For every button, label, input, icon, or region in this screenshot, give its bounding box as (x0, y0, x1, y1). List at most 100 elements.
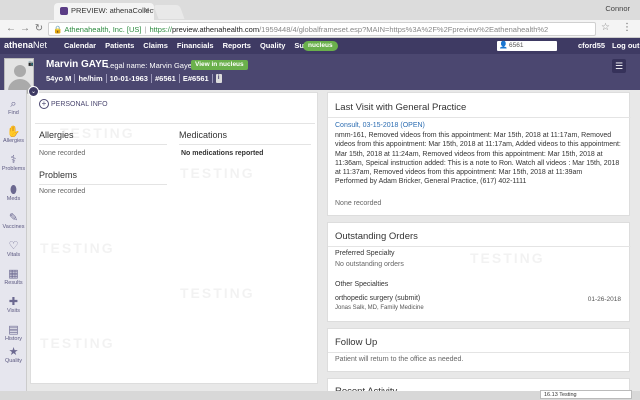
vaccines-icon: ✎ (8, 212, 19, 224)
last-visit-card: Last Visit with General Practice Consult… (327, 92, 631, 216)
consult-link[interactable]: Consult, 03-15-2018 (OPEN) (335, 122, 425, 129)
follow-up-card: Follow Up Patient will return to the off… (327, 328, 631, 372)
url-input[interactable]: 🔒 Athenahealth, Inc. [US] | https://preview… (48, 22, 596, 36)
new-tab-button[interactable] (153, 5, 185, 19)
nav-quality[interactable]: Quality (260, 41, 285, 50)
browser-menu-icon[interactable]: ⋮ (622, 22, 632, 33)
plus-circle-icon: + (39, 99, 49, 109)
patient-id: #6561 (152, 74, 180, 83)
person-icon: 👤 (499, 42, 508, 49)
visits-icon: ✚ (8, 296, 19, 308)
performed-by: Performed by Adam Bricker, General Pract… (335, 178, 527, 186)
rail-problems[interactable]: ⚕ Problems (0, 154, 27, 172)
info-icon[interactable]: i (215, 74, 222, 83)
patient-banner: 📷 Marvin GAYE Legal name: Marvin Gaye Vi… (0, 54, 640, 94)
follow-up-text: Patient will return to the office as nee… (335, 356, 464, 363)
patient-demographics: 54yo M he/him 10-01-1963 #6561 E#6561 i (46, 74, 222, 83)
patient-legal-name: Legal name: Marvin Gaye (106, 61, 192, 70)
allergies-icon: ✋ (6, 126, 21, 138)
nav-financials[interactable]: Financials (177, 41, 214, 50)
problems-icon: ⚕ (10, 154, 17, 166)
meds-icon: ⬮ (10, 184, 17, 196)
order-provider: Jonas Salk, MD, Family Medicine (335, 305, 424, 311)
rail-history[interactable]: ▤ History (0, 324, 27, 342)
forward-arrow-icon[interactable]: → (18, 22, 32, 36)
url-host: preview.athenahealth.com (171, 25, 260, 34)
last-visit-title: Last Visit with General Practice (335, 102, 467, 113)
tab-close-icon[interactable]: ✕ (143, 6, 150, 15)
rail-vaccines[interactable]: ✎ Vaccines (0, 212, 27, 230)
back-arrow-icon[interactable]: ← (4, 22, 18, 36)
patient-dob: 10-01-1963 (107, 74, 152, 83)
history-icon: ▤ (8, 324, 19, 336)
patient-search-input[interactable]: 👤 6561 (497, 41, 557, 51)
browser-tab-bar: PREVIEW: athenaCollector v18 ✕ Connor (0, 0, 640, 20)
rail-visits[interactable]: ✚ Visits (0, 296, 27, 314)
avatar-head (14, 65, 26, 77)
vitals-icon: ♡ (8, 240, 19, 252)
view-in-nucleus-button[interactable]: View in nucleus (191, 60, 248, 70)
rail-vitals[interactable]: ♡ Vitals (0, 240, 27, 258)
order-item[interactable]: orthopedic surgery (submit) (335, 295, 420, 302)
lock-icon: 🔒 (53, 25, 63, 34)
site-identity: Athenahealth, Inc. [US] (64, 25, 142, 34)
rail-results[interactable]: ▦ Results (0, 268, 27, 286)
problems-title[interactable]: Problems (39, 170, 77, 180)
outstanding-orders-title: Outstanding Orders (335, 231, 418, 242)
rail-quality[interactable]: ★ Quality (0, 346, 27, 364)
clinical-summary: Allergies None recorded Medications No m… (35, 123, 315, 381)
camera-icon[interactable]: 📷 (28, 60, 33, 67)
collapse-chevron-icon[interactable]: ⌄ (28, 86, 39, 97)
results-icon: ▦ (8, 268, 19, 280)
hamburger-menu-icon[interactable]: ☰ (612, 59, 626, 73)
follow-up-title: Follow Up (335, 337, 378, 348)
rail-allergies[interactable]: ✋ Allergies (0, 126, 27, 144)
rail-find[interactable]: ⌕ Find (0, 98, 27, 116)
address-bar: ← → ↻ 🔒 Athenahealth, Inc. [US] | https://p… (0, 20, 640, 38)
left-rail: ⌕ Find ✋ Allergies ⚕ Problems ⬮ Meds ✎ Vaccin… (0, 90, 27, 400)
athena-favicon-icon (60, 7, 68, 16)
top-nav: Calendar Patients Claims Financials Repo… (64, 41, 323, 50)
url-path: /1959448/4/globalframeset.esp?MAIN=https… (259, 25, 549, 34)
url-scheme: https:// (149, 25, 172, 34)
rail-meds[interactable]: ⬮ Meds (0, 184, 27, 202)
patient-summary-panel: + PERSONAL INFO Allergies None recorded M… (30, 92, 318, 384)
preferred-specialty-label: Preferred Specialty (335, 250, 395, 257)
reload-icon[interactable]: ↻ (32, 22, 46, 36)
nav-calendar[interactable]: Calendar (64, 41, 96, 50)
medications-value: No medications reported (181, 150, 264, 157)
order-date: 01-26-2018 (587, 296, 621, 303)
visit-notes: nmm-161, Removed videos from this appoin… (335, 132, 621, 186)
patient-eid: E#6561 (180, 74, 213, 83)
environment-status: 16.13 Testing (540, 390, 632, 399)
logout-link[interactable]: Log out (612, 41, 640, 50)
allergies-value: None recorded (39, 150, 86, 157)
personal-info-toggle[interactable]: + PERSONAL INFO (39, 99, 108, 109)
order-status: (submit) (394, 295, 421, 302)
other-specialties-label: Other Specialties (335, 281, 389, 288)
outstanding-orders-card: Outstanding Orders Preferred Specialty N… (327, 222, 631, 322)
last-visit-none-recorded: None recorded (335, 200, 382, 207)
nucleus-button[interactable]: nucleus (303, 41, 338, 51)
browser-tab[interactable]: PREVIEW: athenaCollector v18 ✕ (54, 3, 154, 20)
nav-patients[interactable]: Patients (105, 41, 134, 50)
username-link[interactable]: cford55 (578, 41, 605, 50)
tab-title: PREVIEW: athenaCollector v18 (71, 6, 154, 15)
preferred-specialty-value: No outstanding orders (335, 261, 404, 268)
allergies-title[interactable]: Allergies (39, 130, 74, 140)
window-profile-name[interactable]: Connor (605, 4, 630, 13)
medications-title[interactable]: Medications (179, 130, 227, 140)
patient-pronouns: he/him (75, 74, 107, 83)
search-icon: ⌕ (10, 98, 17, 110)
problems-value: None recorded (39, 188, 86, 195)
app-top-bar: athenaNet Calendar Patients Claims Finan… (0, 38, 640, 54)
right-column: Last Visit with General Practice Consult… (327, 92, 631, 400)
order-name: orthopedic surgery (335, 295, 393, 302)
athenanet-logo[interactable]: athenaNet (4, 40, 47, 50)
quality-icon: ★ (8, 346, 19, 358)
nav-reports[interactable]: Reports (223, 41, 251, 50)
patient-age-sex: 54yo M (46, 74, 76, 83)
nav-claims[interactable]: Claims (143, 41, 168, 50)
bookmark-star-icon[interactable]: ☆ (601, 22, 610, 33)
patient-name: Marvin GAYE (46, 59, 109, 70)
